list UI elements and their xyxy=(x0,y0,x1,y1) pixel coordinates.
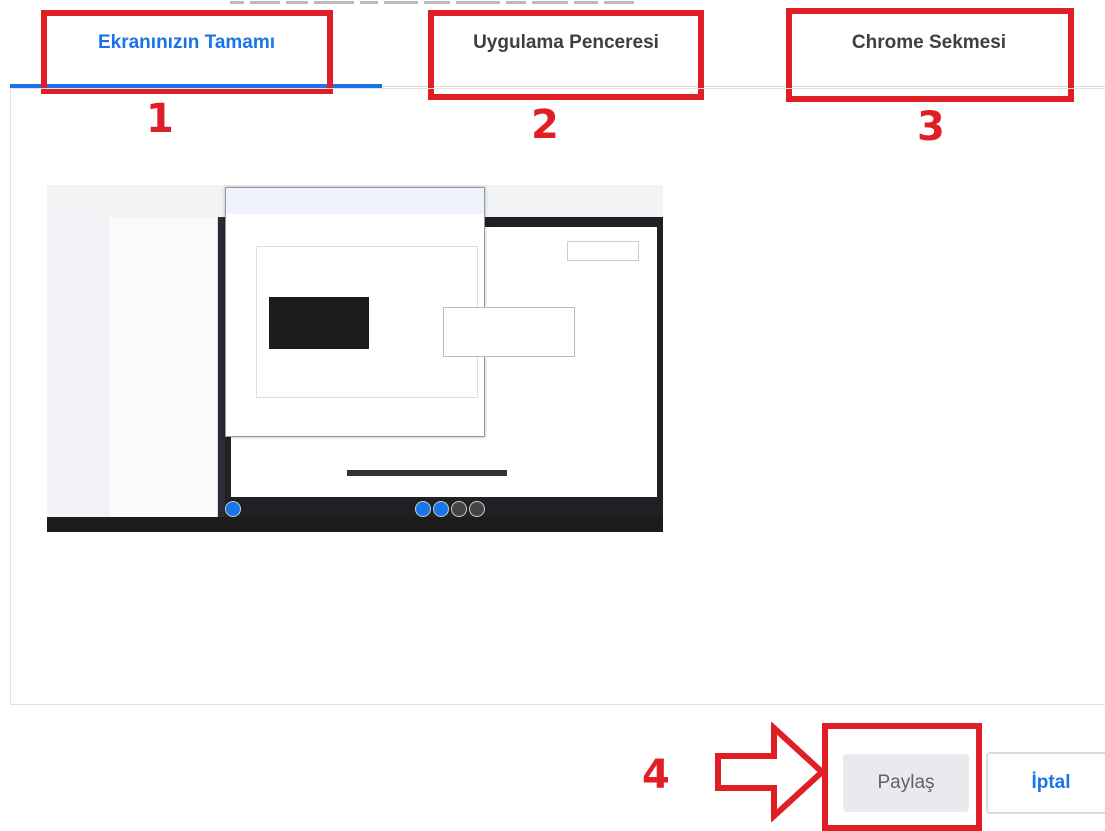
preview-control-1 xyxy=(415,501,431,517)
preview-caption-text xyxy=(347,470,507,476)
annotation-box-1 xyxy=(41,10,333,94)
entire-screen-preview[interactable] xyxy=(47,185,663,532)
preview-control-left xyxy=(225,501,241,517)
annotation-arrow-icon xyxy=(715,722,827,822)
cancel-button-label: İptal xyxy=(1031,772,1071,793)
preview-taskbar xyxy=(47,517,663,532)
preview-nested-thumbnail xyxy=(269,297,369,349)
preview-sidebar-nav xyxy=(47,217,109,517)
cancel-button[interactable]: İptal xyxy=(986,752,1105,814)
annotation-box-4 xyxy=(822,723,982,831)
preview-notification-chip xyxy=(567,241,639,261)
preview-popup-dialog xyxy=(443,307,575,357)
annotation-number-4: 4 xyxy=(642,752,670,798)
preview-app-window-toolbar xyxy=(226,188,484,214)
annotation-box-2 xyxy=(428,10,704,100)
preview-control-2 xyxy=(433,501,449,517)
preview-control-4 xyxy=(469,501,485,517)
preview-control-3 xyxy=(451,501,467,517)
